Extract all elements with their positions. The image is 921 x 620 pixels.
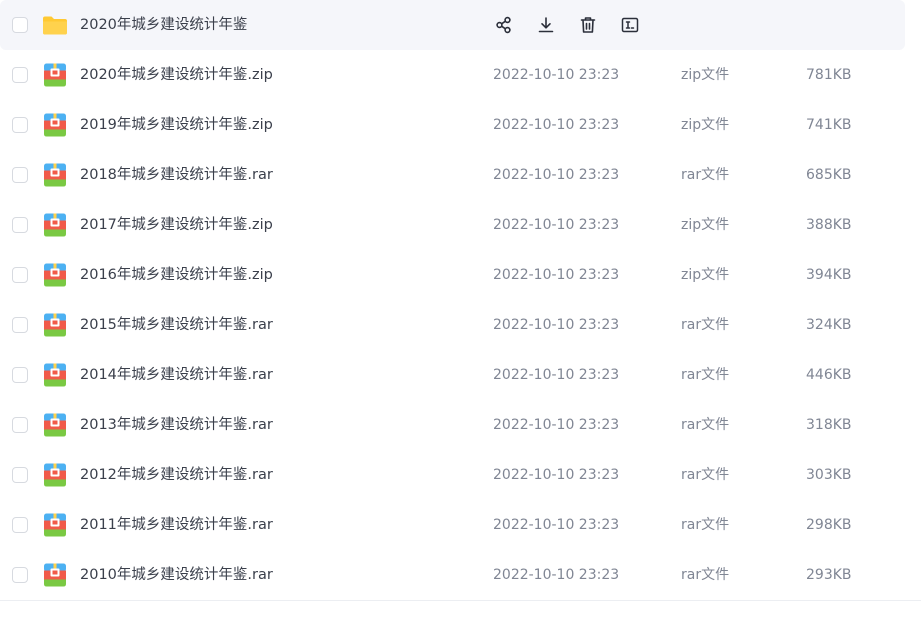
file-name[interactable]: 2017年城乡建设统计年鉴.zip <box>80 215 273 235</box>
archive-icon <box>42 412 68 438</box>
file-type: rar文件 <box>681 167 730 183</box>
file-row[interactable]: 2018年城乡建设统计年鉴.rar 2022-10-10 23:23 rar文件… <box>0 150 905 200</box>
file-date: 2022-10-10 23:23 <box>493 367 620 383</box>
file-size: 388KB <box>806 217 852 233</box>
file-row[interactable]: 2019年城乡建设统计年鉴.zip 2022-10-10 23:23 zip文件… <box>0 100 905 150</box>
archive-icon <box>42 62 68 88</box>
file-size: 781KB <box>806 67 852 83</box>
file-type: rar文件 <box>681 467 730 483</box>
archive-icon <box>42 262 68 288</box>
archive-icon <box>42 312 68 338</box>
file-row[interactable]: 2016年城乡建设统计年鉴.zip 2022-10-10 23:23 zip文件… <box>0 250 905 300</box>
row-checkbox[interactable] <box>12 467 28 483</box>
download-icon <box>538 17 554 33</box>
rename-button[interactable] <box>617 12 643 38</box>
folder-row[interactable]: 2020年城乡建设统计年鉴 <box>0 0 905 50</box>
file-name[interactable]: 2019年城乡建设统计年鉴.zip <box>80 115 273 135</box>
row-checkbox[interactable] <box>12 117 28 133</box>
file-row[interactable]: 2013年城乡建设统计年鉴.rar 2022-10-10 23:23 rar文件… <box>0 400 905 450</box>
file-type: rar文件 <box>681 367 730 383</box>
file-size: 303KB <box>806 467 852 483</box>
file-date: 2022-10-10 23:23 <box>493 317 620 333</box>
file-type: rar文件 <box>681 317 730 333</box>
file-name[interactable]: 2010年城乡建设统计年鉴.rar <box>80 565 273 585</box>
file-row[interactable]: 2011年城乡建设统计年鉴.rar 2022-10-10 23:23 rar文件… <box>0 500 905 550</box>
file-name[interactable]: 2016年城乡建设统计年鉴.zip <box>80 265 273 285</box>
file-date: 2022-10-10 23:23 <box>493 117 620 133</box>
folder-name[interactable]: 2020年城乡建设统计年鉴 <box>80 15 247 35</box>
file-date: 2022-10-10 23:23 <box>493 567 620 583</box>
file-type: rar文件 <box>681 567 730 583</box>
row-checkbox[interactable] <box>12 267 28 283</box>
delete-icon <box>580 17 596 33</box>
file-date: 2022-10-10 23:23 <box>493 167 620 183</box>
file-type: zip文件 <box>681 67 730 83</box>
file-row[interactable]: 2010年城乡建设统计年鉴.rar 2022-10-10 23:23 rar文件… <box>0 550 905 600</box>
row-checkbox[interactable] <box>12 167 28 183</box>
archive-icon <box>42 462 68 488</box>
file-size: 394KB <box>806 267 852 283</box>
file-date: 2022-10-10 23:23 <box>493 267 620 283</box>
row-actions <box>491 12 643 38</box>
file-size: 324KB <box>806 317 852 333</box>
download-button[interactable] <box>533 12 559 38</box>
list-divider <box>0 600 921 601</box>
file-name[interactable]: 2013年城乡建设统计年鉴.rar <box>80 415 273 435</box>
file-name[interactable]: 2015年城乡建设统计年鉴.rar <box>80 315 273 335</box>
file-date: 2022-10-10 23:23 <box>493 217 620 233</box>
row-checkbox[interactable] <box>12 67 28 83</box>
file-name[interactable]: 2012年城乡建设统计年鉴.rar <box>80 465 273 485</box>
row-checkbox[interactable] <box>12 567 28 583</box>
file-date: 2022-10-10 23:23 <box>493 417 620 433</box>
file-type: zip文件 <box>681 267 730 283</box>
archive-icon <box>42 562 68 588</box>
file-size: 318KB <box>806 417 852 433</box>
file-name[interactable]: 2011年城乡建设统计年鉴.rar <box>80 515 273 535</box>
row-checkbox[interactable] <box>12 17 28 33</box>
file-row[interactable]: 2015年城乡建设统计年鉴.rar 2022-10-10 23:23 rar文件… <box>0 300 905 350</box>
archive-icon <box>42 212 68 238</box>
file-date: 2022-10-10 23:23 <box>493 67 620 83</box>
archive-icon <box>42 162 68 188</box>
file-name[interactable]: 2014年城乡建设统计年鉴.rar <box>80 365 273 385</box>
delete-button[interactable] <box>575 12 601 38</box>
share-button[interactable] <box>491 12 517 38</box>
folder-icon <box>42 12 68 38</box>
file-list: 2020年城乡建设统计年鉴 2020年城乡建设统计年鉴.zip 2022-10-… <box>0 0 921 620</box>
archive-icon <box>42 362 68 388</box>
file-size: 298KB <box>806 517 852 533</box>
row-checkbox[interactable] <box>12 317 28 333</box>
share-icon <box>496 16 511 34</box>
file-row[interactable]: 2014年城乡建设统计年鉴.rar 2022-10-10 23:23 rar文件… <box>0 350 905 400</box>
file-row[interactable]: 2020年城乡建设统计年鉴.zip 2022-10-10 23:23 zip文件… <box>0 50 905 100</box>
row-checkbox[interactable] <box>12 517 28 533</box>
file-type: zip文件 <box>681 117 730 133</box>
file-type: rar文件 <box>681 417 730 433</box>
row-checkbox[interactable] <box>12 367 28 383</box>
row-checkbox[interactable] <box>12 417 28 433</box>
file-size: 293KB <box>806 567 852 583</box>
file-name[interactable]: 2018年城乡建设统计年鉴.rar <box>80 165 273 185</box>
file-size: 741KB <box>806 117 852 133</box>
file-type: rar文件 <box>681 517 730 533</box>
rename-icon <box>621 17 639 33</box>
row-checkbox[interactable] <box>12 217 28 233</box>
archive-icon <box>42 512 68 538</box>
file-type: zip文件 <box>681 217 730 233</box>
file-row[interactable]: 2012年城乡建设统计年鉴.rar 2022-10-10 23:23 rar文件… <box>0 450 905 500</box>
file-size: 685KB <box>806 167 852 183</box>
archive-icon <box>42 112 68 138</box>
file-date: 2022-10-10 23:23 <box>493 467 620 483</box>
file-date: 2022-10-10 23:23 <box>493 517 620 533</box>
file-size: 446KB <box>806 367 852 383</box>
file-row[interactable]: 2017年城乡建设统计年鉴.zip 2022-10-10 23:23 zip文件… <box>0 200 905 250</box>
file-name[interactable]: 2020年城乡建设统计年鉴.zip <box>80 65 273 85</box>
